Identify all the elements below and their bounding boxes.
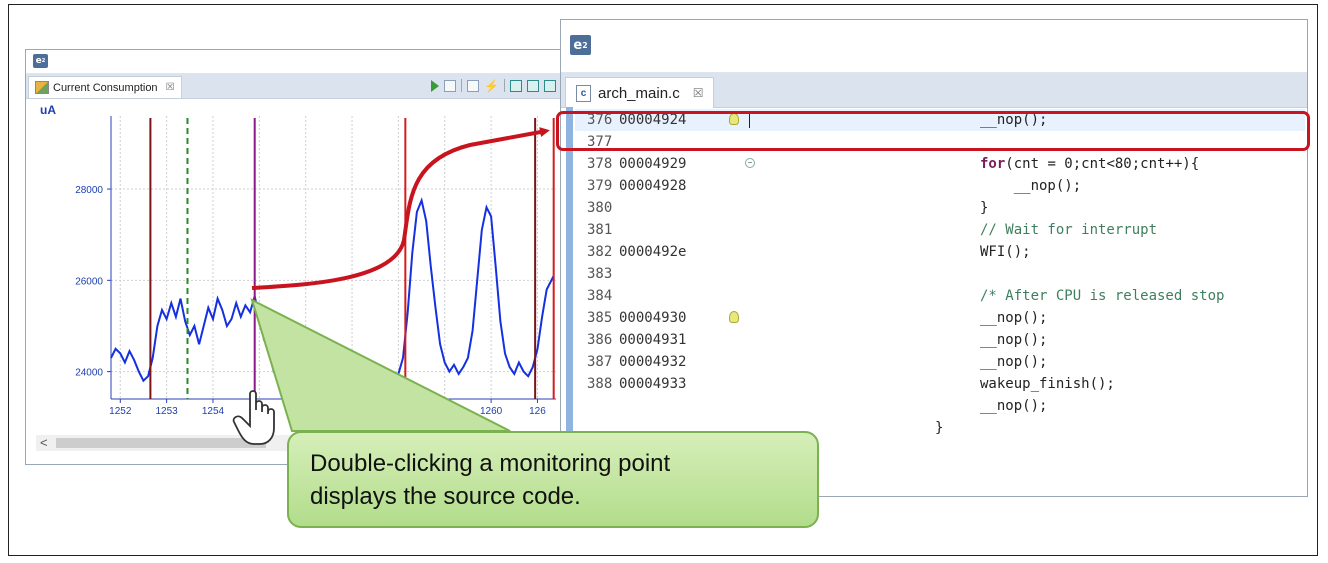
- address: 00004933: [619, 376, 687, 392]
- address: 00004930: [619, 310, 687, 326]
- breakpoint-bulb-icon[interactable]: [729, 311, 739, 323]
- source-text: }: [980, 200, 989, 216]
- x-tick-label: 1254: [202, 406, 225, 417]
- scrollbar-thumb[interactable]: [56, 438, 266, 448]
- source-text: }: [935, 420, 944, 436]
- right-window-titlebar: e2: [561, 20, 1307, 73]
- left-tab-bar: Current Consumption ☒ ⚡: [26, 74, 564, 99]
- source-text: __nop();: [980, 398, 1048, 414]
- callout-box: Double-clicking a monitoring point displ…: [287, 431, 819, 528]
- source-text: __nop();: [980, 178, 1082, 194]
- line-number: 382: [587, 244, 613, 260]
- toolbar-separator: [504, 79, 505, 92]
- source-text: /* After CPU is released stop: [980, 288, 1225, 304]
- address: 0000492e: [619, 244, 687, 260]
- close-icon[interactable]: ☒: [693, 86, 704, 100]
- current-consumption-icon: [35, 81, 49, 94]
- x-tick-label: 1260: [480, 406, 503, 417]
- y-tick-label: 26000: [75, 276, 103, 287]
- line-number: 378: [587, 156, 613, 172]
- scroll-left-arrow-icon[interactable]: <: [40, 435, 48, 451]
- y-tick-label: 24000: [75, 368, 103, 379]
- frame-left-icon[interactable]: [527, 79, 539, 92]
- e2-studio-logo-icon: e2: [33, 54, 48, 68]
- y-tick-label: 28000: [75, 185, 103, 196]
- callout-line-1: Double-clicking a monitoring point: [310, 450, 671, 477]
- callout-line-2: displays the source code.: [310, 483, 581, 510]
- line-number: 386: [587, 332, 613, 348]
- source-text: // Wait for interrupt: [980, 222, 1158, 238]
- address: 00004929: [619, 156, 687, 172]
- x-tick-label: 1252: [109, 406, 132, 417]
- address: 00004931: [619, 332, 687, 348]
- frame-icon[interactable]: [510, 79, 522, 92]
- line-number: 380: [587, 200, 613, 216]
- run-icon[interactable]: [431, 79, 440, 92]
- x-tick-label: 1259: [434, 406, 457, 417]
- frame-right-icon[interactable]: [544, 79, 556, 92]
- callout-text: Double-clicking a monitoring point displ…: [310, 447, 670, 513]
- line-number: 387: [587, 354, 613, 370]
- tab-current-consumption[interactable]: Current Consumption ☒: [28, 76, 182, 98]
- line-number: 381: [587, 222, 613, 238]
- bolt-icon[interactable]: ⚡: [484, 80, 499, 92]
- editor-tab-bar: c arch_main.c ☒: [561, 73, 1307, 108]
- tab-arch-main-c[interactable]: c arch_main.c ☒: [565, 77, 715, 108]
- chart-svg[interactable]: uA 24000 26000 28000 1252 1253 1254 1256 1259 126…: [26, 98, 564, 434]
- e2-studio-logo-icon: e2: [570, 35, 591, 55]
- address: 00004932: [619, 354, 687, 370]
- line-number: 388: [587, 376, 613, 392]
- source-text: wakeup_finish();: [980, 376, 1115, 392]
- close-icon[interactable]: ☒: [166, 82, 175, 93]
- y-axis-label: uA: [40, 103, 56, 117]
- c-file-icon: c: [576, 84, 591, 102]
- chart-toolbar: ⚡: [431, 79, 556, 92]
- current-consumption-chart[interactable]: uA 24000 26000 28000 1252 1253 1254 1256 1259 126…: [26, 98, 564, 464]
- source-text: __nop();: [980, 332, 1048, 348]
- x-tick-label: 1256: [295, 406, 318, 417]
- line-number: 383: [587, 266, 613, 282]
- source-text: __nop();: [980, 354, 1048, 370]
- highlight-box: [556, 111, 1310, 151]
- x-tick-label: 1253: [156, 406, 179, 417]
- current-series-line: [110, 197, 555, 383]
- x-tick-label: 126: [529, 406, 546, 417]
- column-icon[interactable]: [444, 79, 457, 92]
- grid-icon[interactable]: [467, 79, 480, 92]
- fold-toggle-icon[interactable]: −: [745, 158, 755, 168]
- source-text: WFI();: [980, 244, 1031, 260]
- line-number: 385: [587, 310, 613, 326]
- source-text: __nop();: [980, 310, 1048, 326]
- tab-arch-main-c-label: arch_main.c: [598, 84, 680, 102]
- toolbar-separator: [461, 79, 463, 92]
- current-consumption-window: e2 Current Consumption ☒ ⚡ uA 24000 26000 2…: [25, 49, 565, 465]
- line-number: 384: [587, 288, 613, 304]
- tab-current-consumption-label: Current Consumption: [53, 81, 158, 94]
- line-number: 379: [587, 178, 613, 194]
- source-text: for(cnt = 0;cnt<80;cnt++){: [980, 156, 1200, 172]
- left-window-titlebar: e2: [26, 50, 564, 74]
- address: 00004928: [619, 178, 687, 194]
- source-editor-window: e2 c arch_main.c ☒ 376 00004924 __nop(); 37…: [560, 19, 1308, 497]
